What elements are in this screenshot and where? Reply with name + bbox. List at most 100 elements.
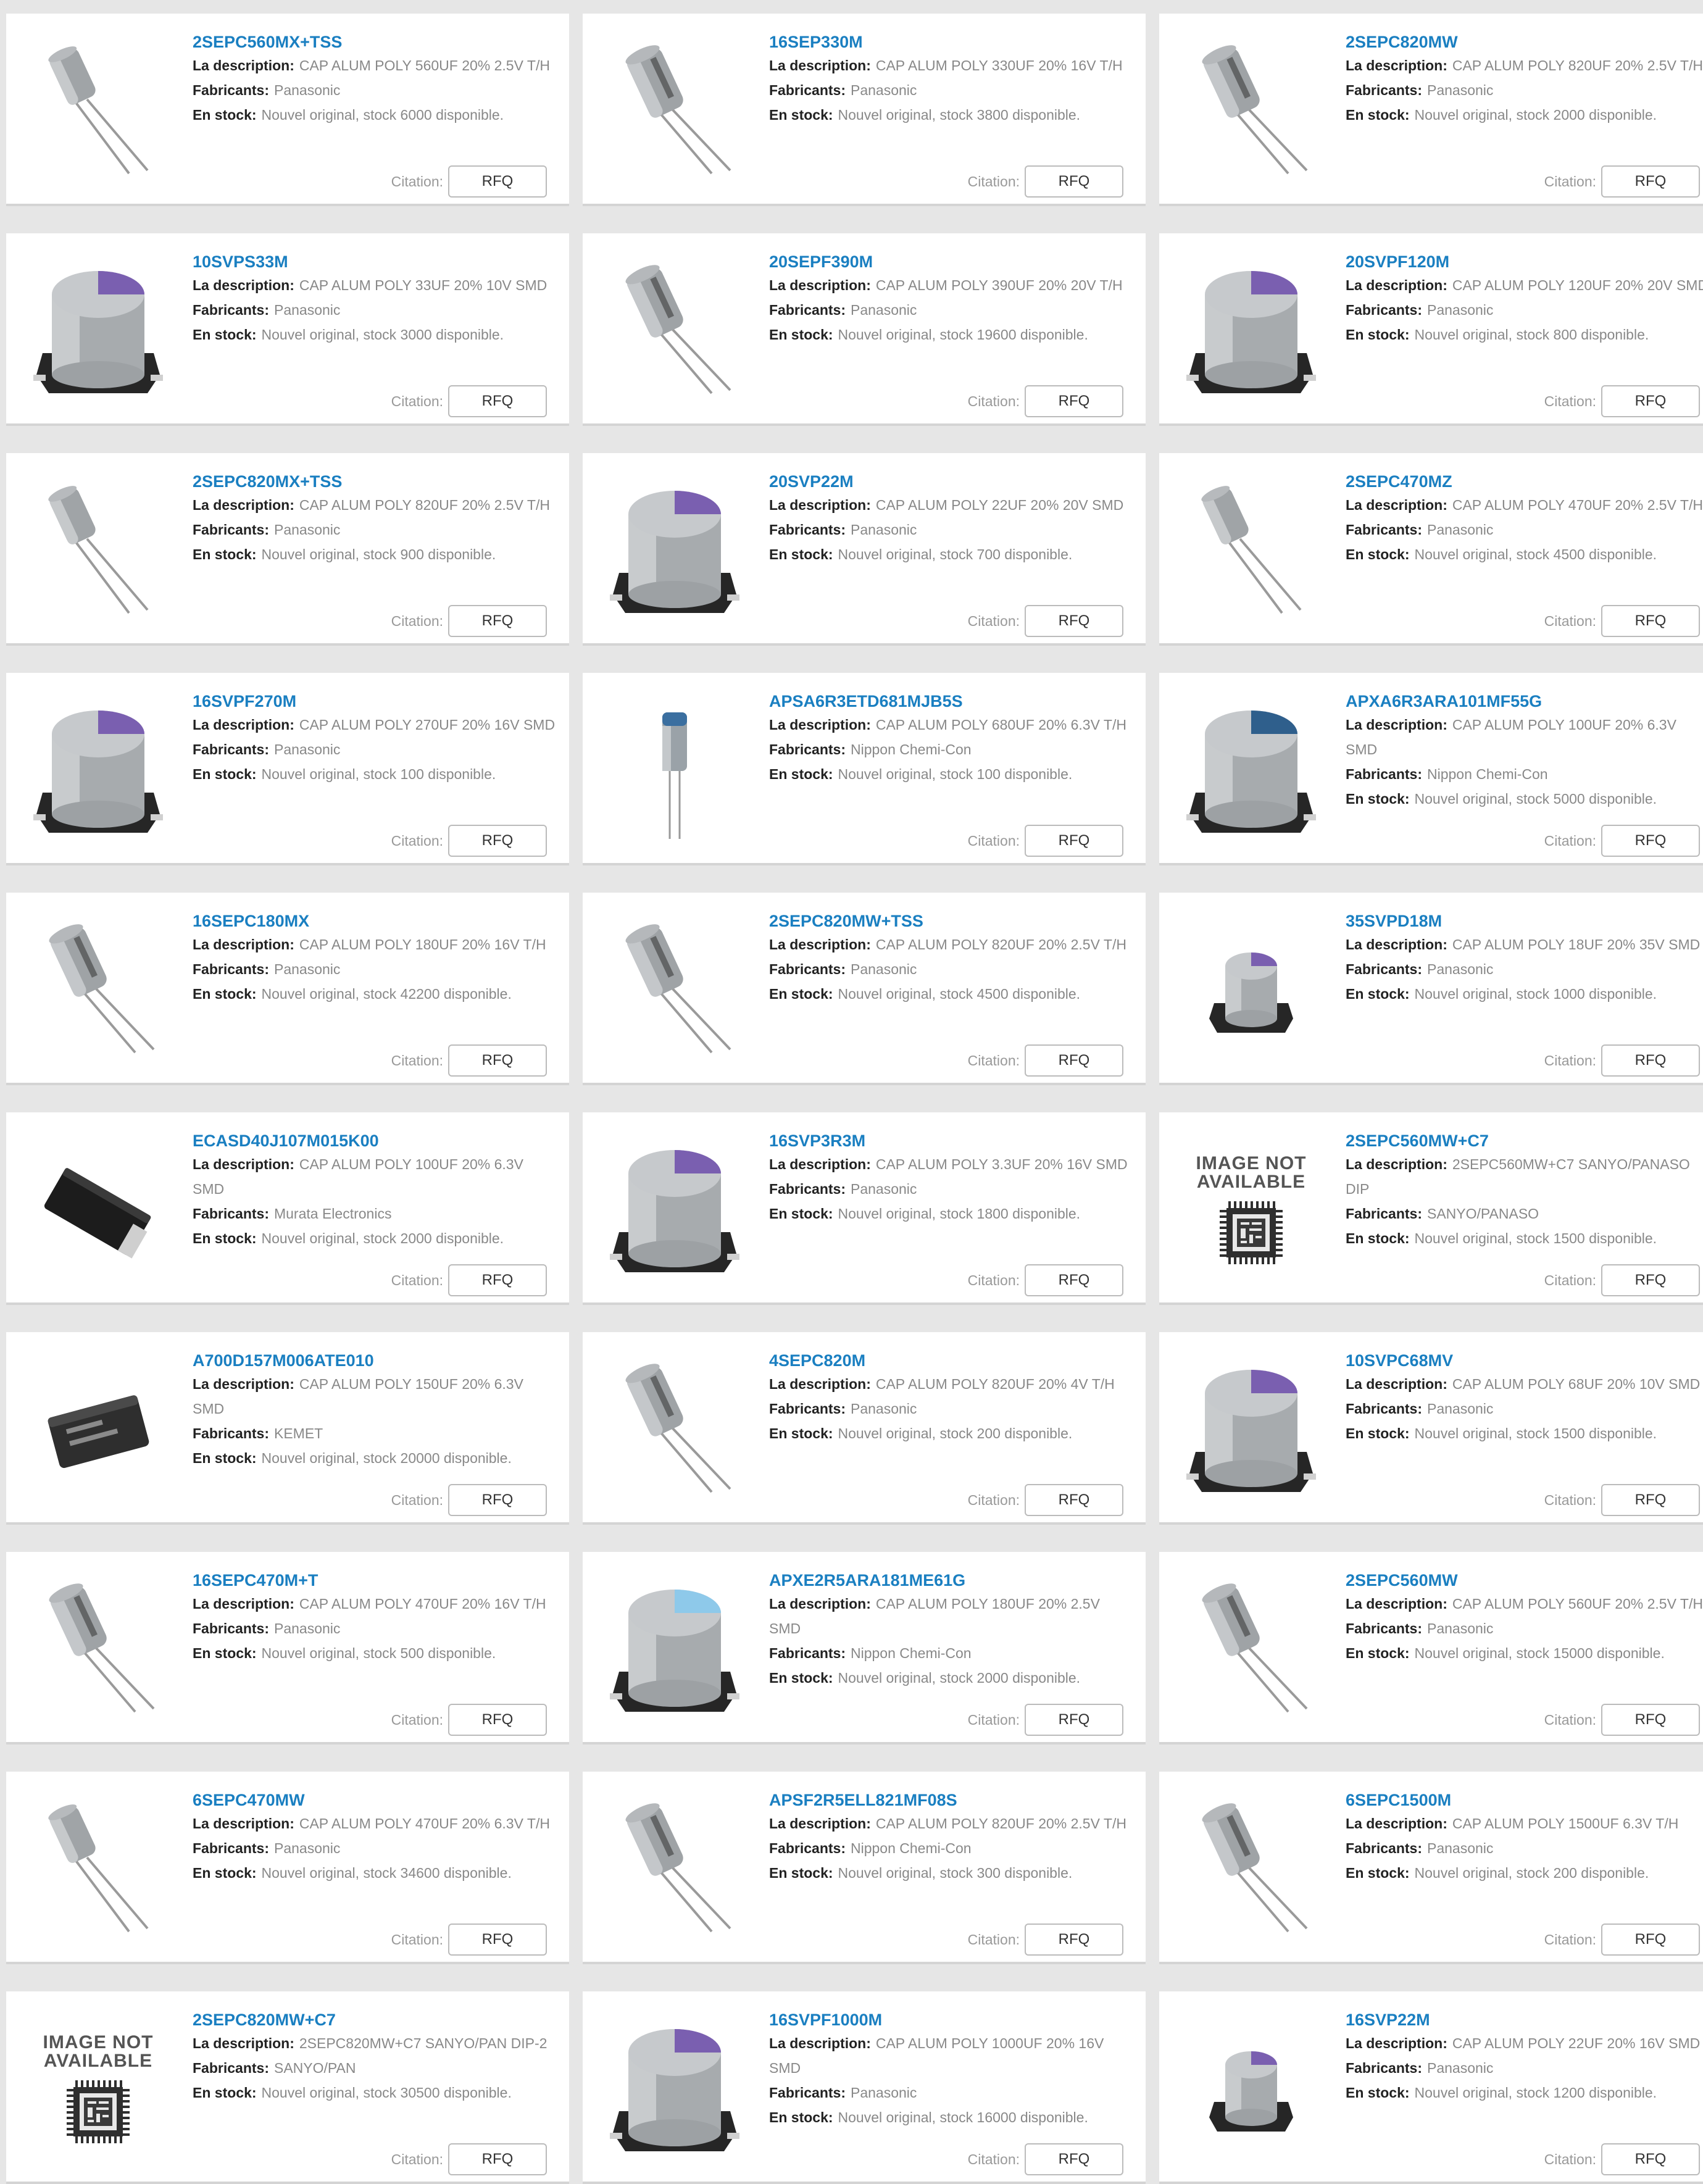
- rfq-button[interactable]: RFQ: [448, 1484, 547, 1516]
- part-number-link[interactable]: APSF2R5ELL821MF08S: [769, 1789, 1176, 1811]
- product-image[interactable]: [598, 1793, 752, 1947]
- rfq-button[interactable]: RFQ: [448, 605, 547, 637]
- part-number-link[interactable]: 20SVPF120M: [1346, 251, 1703, 273]
- product-image[interactable]: [598, 1353, 752, 1507]
- product-card: 35SVPD18M La description: CAP ALUM POLY 1…: [1159, 893, 1703, 1085]
- part-number-link[interactable]: 2SEPC820MW+C7: [193, 2009, 600, 2031]
- description-label: La description:: [769, 1596, 871, 1612]
- rfq-button[interactable]: RFQ: [1601, 165, 1700, 198]
- rfq-button[interactable]: RFQ: [1025, 1044, 1123, 1077]
- part-number-link[interactable]: 2SEPC820MW: [1346, 31, 1703, 53]
- product-image[interactable]: [1174, 694, 1328, 848]
- rfq-button[interactable]: RFQ: [1025, 1924, 1123, 1956]
- part-number-link[interactable]: APSA6R3ETD681MJB5S: [769, 690, 1176, 712]
- part-number-link[interactable]: 16SVPF1000M: [769, 2009, 1176, 2031]
- rfq-button[interactable]: RFQ: [1025, 1704, 1123, 1736]
- rfq-button[interactable]: RFQ: [1601, 605, 1700, 637]
- quote-area: Citation: RFQ: [1544, 1924, 1700, 1956]
- product-image[interactable]: [1174, 35, 1328, 189]
- product-image[interactable]: [21, 1793, 175, 1947]
- rfq-button[interactable]: RFQ: [1025, 2143, 1123, 2175]
- part-number-link[interactable]: 20SVP22M: [769, 470, 1176, 493]
- product-image[interactable]: [598, 474, 752, 628]
- part-number-link[interactable]: 2SEPC560MW: [1346, 1569, 1703, 1591]
- part-number-link[interactable]: 16SVP3R3M: [769, 1130, 1176, 1152]
- part-number-link[interactable]: 2SEPC560MW+C7: [1346, 1130, 1703, 1152]
- rfq-button[interactable]: RFQ: [448, 1044, 547, 1077]
- rfq-button[interactable]: RFQ: [448, 2143, 547, 2175]
- part-number-link[interactable]: 2SEPC820MX+TSS: [193, 470, 600, 493]
- rfq-button[interactable]: RFQ: [1025, 385, 1123, 417]
- part-number-link[interactable]: 10SVPC68MV: [1346, 1349, 1703, 1372]
- part-number-link[interactable]: 2SEPC470MZ: [1346, 470, 1703, 493]
- product-image[interactable]: [1174, 1353, 1328, 1507]
- product-image[interactable]: [1174, 1573, 1328, 1727]
- product-image[interactable]: [598, 2012, 752, 2167]
- product-image[interactable]: [21, 1353, 175, 1507]
- product-image[interactable]: [21, 1573, 175, 1727]
- rfq-button[interactable]: RFQ: [1601, 2143, 1700, 2175]
- product-image[interactable]: [1174, 474, 1328, 628]
- part-number-link[interactable]: A700D157M006ATE010: [193, 1349, 600, 1372]
- rfq-button[interactable]: RFQ: [1025, 165, 1123, 198]
- product-image[interactable]: [21, 254, 175, 409]
- product-image[interactable]: [598, 1573, 752, 1727]
- product-image[interactable]: [21, 914, 175, 1068]
- product-image[interactable]: [1174, 914, 1328, 1068]
- rfq-button[interactable]: RFQ: [448, 1704, 547, 1736]
- manufacturer-row: Fabricants: Panasonic: [1346, 78, 1703, 102]
- description-value: CAP ALUM POLY 33UF 20% 10V SMD: [299, 277, 548, 293]
- part-number-link[interactable]: 6SEPC1500M: [1346, 1789, 1703, 1811]
- product-details: APSA6R3ETD681MJB5S La description: CAP AL…: [769, 690, 1176, 786]
- part-number-link[interactable]: 16SEPC180MX: [193, 910, 600, 932]
- product-details: 6SEPC1500M La description: CAP ALUM POLY …: [1346, 1789, 1703, 1885]
- part-number-link[interactable]: 35SVPD18M: [1346, 910, 1703, 932]
- product-image[interactable]: [21, 1133, 175, 1288]
- rfq-button[interactable]: RFQ: [1601, 1924, 1700, 1956]
- part-number-link[interactable]: APXE2R5ARA181ME61G: [769, 1569, 1176, 1591]
- rfq-button[interactable]: RFQ: [448, 1264, 547, 1296]
- product-image[interactable]: [21, 35, 175, 189]
- product-image[interactable]: [598, 1133, 752, 1288]
- rfq-button[interactable]: RFQ: [1025, 1264, 1123, 1296]
- rfq-button[interactable]: RFQ: [1601, 1044, 1700, 1077]
- part-number-link[interactable]: 10SVPS33M: [193, 251, 600, 273]
- part-number-link[interactable]: 2SEPC560MX+TSS: [193, 31, 600, 53]
- product-image[interactable]: [1174, 254, 1328, 409]
- product-image[interactable]: [598, 694, 752, 848]
- rfq-button[interactable]: RFQ: [448, 385, 547, 417]
- rfq-button[interactable]: RFQ: [448, 165, 547, 198]
- product-image[interactable]: [598, 914, 752, 1068]
- rfq-button[interactable]: RFQ: [1601, 1704, 1700, 1736]
- part-number-link[interactable]: 16SEPC470M+T: [193, 1569, 600, 1591]
- rfq-button[interactable]: RFQ: [1025, 1484, 1123, 1516]
- quote-area: Citation: RFQ: [1544, 165, 1700, 198]
- product-image[interactable]: [21, 474, 175, 628]
- part-number-link[interactable]: 16SVP22M: [1346, 2009, 1703, 2031]
- rfq-button[interactable]: RFQ: [448, 825, 547, 857]
- part-number-link[interactable]: 16SEP330M: [769, 31, 1176, 53]
- part-number-link[interactable]: 6SEPC470MW: [193, 1789, 600, 1811]
- rfq-button[interactable]: RFQ: [1025, 825, 1123, 857]
- part-number-link[interactable]: 20SEPF390M: [769, 251, 1176, 273]
- product-image[interactable]: [598, 35, 752, 189]
- product-image[interactable]: [1174, 1793, 1328, 1947]
- rfq-button[interactable]: RFQ: [1601, 1264, 1700, 1296]
- rfq-button[interactable]: RFQ: [1601, 1484, 1700, 1516]
- rfq-button[interactable]: RFQ: [1025, 605, 1123, 637]
- product-details: 16SVPF270M La description: CAP ALUM POLY …: [193, 690, 600, 786]
- description-row: La description: CAP ALUM POLY 1000UF 20% …: [769, 2031, 1133, 2080]
- rfq-button[interactable]: RFQ: [448, 1924, 547, 1956]
- rfq-button[interactable]: RFQ: [1601, 825, 1700, 857]
- product-image[interactable]: [21, 694, 175, 848]
- part-number-link[interactable]: 16SVPF270M: [193, 690, 600, 712]
- part-number-link[interactable]: 4SEPC820M: [769, 1349, 1176, 1372]
- rfq-button[interactable]: RFQ: [1601, 385, 1700, 417]
- part-number-link[interactable]: APXA6R3ARA101MF55G: [1346, 690, 1703, 712]
- product-image[interactable]: IMAGE NOT AVAILABLE: [1174, 1133, 1328, 1288]
- product-image[interactable]: [598, 254, 752, 409]
- part-number-link[interactable]: ECASD40J107M015K00: [193, 1130, 600, 1152]
- product-image[interactable]: IMAGE NOT AVAILABLE: [21, 2012, 175, 2167]
- part-number-link[interactable]: 2SEPC820MW+TSS: [769, 910, 1176, 932]
- product-image[interactable]: [1174, 2012, 1328, 2167]
